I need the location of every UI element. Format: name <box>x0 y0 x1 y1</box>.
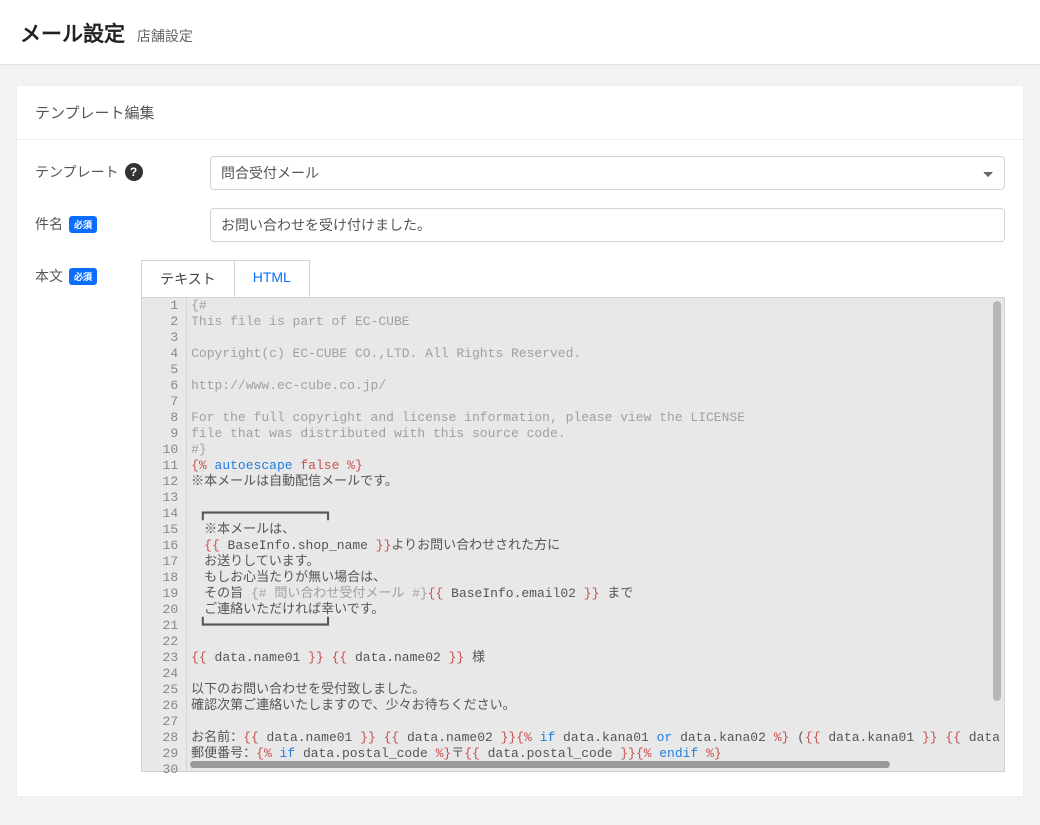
line-number: 17 <box>150 554 178 570</box>
subject-input[interactable] <box>210 208 1005 242</box>
code-line[interactable]: http://www.ec-cube.co.jp/ <box>191 378 1000 394</box>
editor-gutter: 1234567891011121314151617181920212223242… <box>142 298 187 771</box>
line-number: 29 <box>150 746 178 762</box>
code-line[interactable] <box>191 394 1000 410</box>
code-line[interactable]: #} <box>191 442 1000 458</box>
vertical-scroll-thumb[interactable] <box>993 301 1001 701</box>
card-title: テンプレート編集 <box>17 86 1023 140</box>
help-icon[interactable]: ? <box>125 163 143 181</box>
code-line[interactable]: 確認次第ご連絡いたしますので、少々お待ちください。 <box>191 698 1000 714</box>
line-number: 19 <box>150 586 178 602</box>
line-number: 26 <box>150 698 178 714</box>
line-number: 3 <box>150 330 178 346</box>
line-number: 14 <box>150 506 178 522</box>
line-number: 12 <box>150 474 178 490</box>
vertical-scrollbar[interactable] <box>991 299 1003 773</box>
code-line[interactable]: For the full copyright and license infor… <box>191 410 1000 426</box>
template-row: テンプレート ? 問合受付メール <box>35 156 1005 190</box>
code-line[interactable]: ※本メールは自動配信メールです。 <box>191 474 1000 490</box>
code-line[interactable]: お名前：{{ data.name01 }} {{ data.name02 }}{… <box>191 730 1000 746</box>
tabs: テキスト HTML <box>141 260 1005 297</box>
line-number: 16 <box>150 538 178 554</box>
line-number: 18 <box>150 570 178 586</box>
code-line[interactable] <box>191 362 1000 378</box>
code-line[interactable] <box>191 330 1000 346</box>
line-number: 2 <box>150 314 178 330</box>
subject-row: 件名 必須 <box>35 208 1005 242</box>
code-line[interactable]: ※本メールは、 <box>191 522 1000 538</box>
body-label: 本文 必須 <box>35 260 141 286</box>
template-label: テンプレート ? <box>35 156 210 182</box>
body-label-text: 本文 <box>35 266 63 286</box>
line-number: 4 <box>150 346 178 362</box>
page-subtitle: 店舗設定 <box>137 28 193 44</box>
required-badge: 必須 <box>69 268 97 285</box>
code-line[interactable] <box>191 666 1000 682</box>
template-label-text: テンプレート <box>35 162 119 182</box>
code-line[interactable]: {% autoescape false %} <box>191 458 1000 474</box>
code-line[interactable]: {{ BaseInfo.shop_name }}よりお問い合わせされた方に <box>191 538 1000 554</box>
line-number: 10 <box>150 442 178 458</box>
line-number: 30 <box>150 762 178 778</box>
body-row: 本文 必須 テキスト HTML 123456789101112131415161… <box>35 260 1005 772</box>
code-line[interactable] <box>191 634 1000 650</box>
line-number: 25 <box>150 682 178 698</box>
code-line[interactable]: Copyright(c) EC-CUBE CO.,LTD. All Rights… <box>191 346 1000 362</box>
required-badge: 必須 <box>69 216 97 233</box>
code-line[interactable]: ┗━━━━━━━━━━━━━━━┛ <box>191 618 1000 634</box>
line-number: 27 <box>150 714 178 730</box>
subject-label-text: 件名 <box>35 214 63 234</box>
code-line[interactable] <box>191 714 1000 730</box>
code-line[interactable]: This file is part of EC-CUBE <box>191 314 1000 330</box>
code-editor[interactable]: 1234567891011121314151617181920212223242… <box>141 297 1005 772</box>
line-number: 1 <box>150 298 178 314</box>
code-line[interactable]: ┏━━━━━━━━━━━━━━━┓ <box>191 506 1000 522</box>
horizontal-scroll-thumb[interactable] <box>190 761 890 768</box>
tab-text[interactable]: テキスト <box>141 260 235 297</box>
page-title: メール設定 <box>20 23 125 46</box>
line-number: 9 <box>150 426 178 442</box>
code-line[interactable]: その旨 {# 問い合わせ受付メール #}{{ BaseInfo.email02 … <box>191 586 1000 602</box>
line-number: 11 <box>150 458 178 474</box>
code-line[interactable]: 郵便番号：{% if data.postal_code %}〒{{ data.p… <box>191 746 1000 762</box>
line-number: 28 <box>150 730 178 746</box>
line-number: 6 <box>150 378 178 394</box>
line-number: 5 <box>150 362 178 378</box>
line-number: 8 <box>150 410 178 426</box>
line-number: 22 <box>150 634 178 650</box>
code-line[interactable]: {# <box>191 298 1000 314</box>
code-line[interactable]: ご連絡いただければ幸いです。 <box>191 602 1000 618</box>
line-number: 7 <box>150 394 178 410</box>
code-line[interactable]: 以下のお問い合わせを受付致しました。 <box>191 682 1000 698</box>
content: テンプレート編集 テンプレート ? 問合受付メール 件名 必須 <box>0 65 1040 825</box>
tab-html[interactable]: HTML <box>235 260 310 297</box>
editor-code-area[interactable]: {#This file is part of EC-CUBE Copyright(… <box>187 298 1004 771</box>
code-line[interactable]: もしお心当たりが無い場合は、 <box>191 570 1000 586</box>
line-number: 24 <box>150 666 178 682</box>
card: テンプレート編集 テンプレート ? 問合受付メール 件名 必須 <box>16 85 1024 797</box>
line-number: 23 <box>150 650 178 666</box>
code-line[interactable] <box>191 490 1000 506</box>
line-number: 21 <box>150 618 178 634</box>
line-number: 13 <box>150 490 178 506</box>
line-number: 20 <box>150 602 178 618</box>
code-line[interactable]: file that was distributed with this sour… <box>191 426 1000 442</box>
code-line[interactable]: お送りしています。 <box>191 554 1000 570</box>
template-select[interactable]: 問合受付メール <box>210 156 1005 190</box>
code-line[interactable]: {{ data.name01 }} {{ data.name02 }} 様 <box>191 650 1000 666</box>
card-body: テンプレート ? 問合受付メール 件名 必須 <box>17 140 1023 796</box>
line-number: 15 <box>150 522 178 538</box>
subject-label: 件名 必須 <box>35 208 210 234</box>
page-header: メール設定 店舗設定 <box>0 0 1040 65</box>
